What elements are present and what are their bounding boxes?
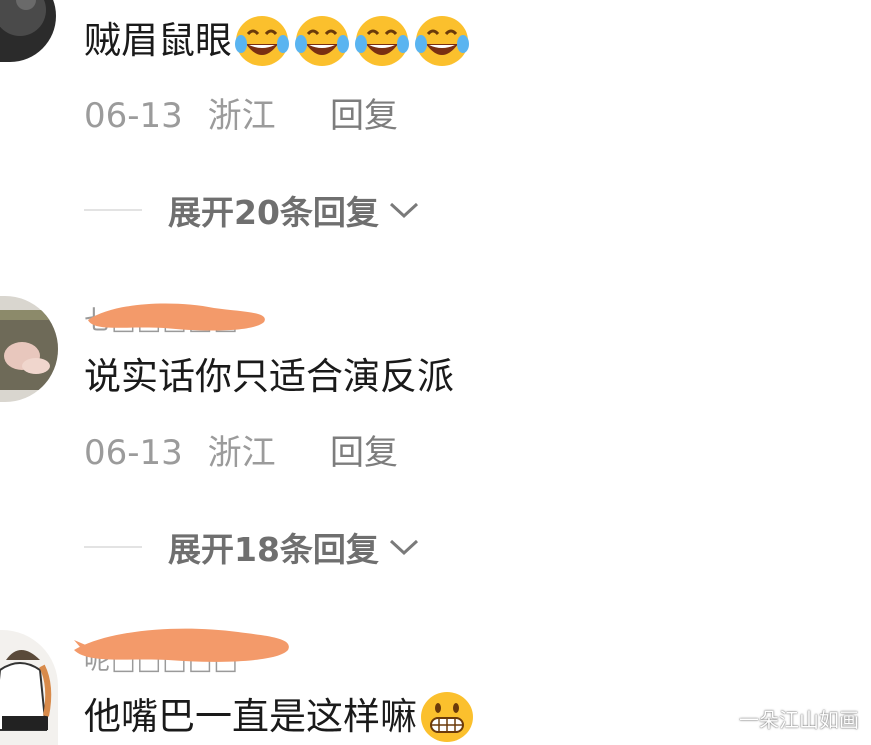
divider-line [84,209,142,211]
avatar[interactable] [0,630,58,745]
comment-date: 06-13 [84,96,183,136]
comment-body: 说实话你只适合演反派 [84,355,454,398]
tears-of-joy-icon [292,14,352,68]
tears-of-joy-icon [412,14,472,68]
comment-location: 浙江 [207,96,276,136]
comment-meta: 06-13 浙江 [84,96,276,136]
avatar[interactable] [0,0,56,62]
comment-location: 浙江 [207,433,276,473]
comment-date: 06-13 [84,433,183,473]
avatar-image [0,630,58,745]
watermark: 一朵江山如画 [739,708,859,732]
comment-body: 他嘴巴一直是这样嘛 [84,695,417,738]
chevron-down-icon [389,202,418,219]
chevron-down-icon [389,539,418,556]
comment-list: 贼眉鼠眼 06-13 浙江 回复 展开20条回复 七□□□□□ 说实话你只适合演… [0,0,871,745]
comment-body: 贼眉鼠眼 [84,19,232,62]
grimacing-face-icon [417,690,477,744]
avatar-image [0,296,58,402]
comment-text: 贼眉鼠眼 [84,14,472,68]
avatar[interactable] [0,296,58,402]
reply-button[interactable]: 回复 [330,96,398,136]
reply-button[interactable]: 回复 [330,433,398,473]
expand-replies-label: 展开20条回复 [168,193,379,232]
comment-text: 他嘴巴一直是这样嘛 [84,690,477,744]
comment-text: 说实话你只适合演反派 [84,355,454,399]
username[interactable]: 七□□□□□ [84,300,239,337]
username[interactable]: 呢□□□□□ [84,640,239,677]
divider-line [84,546,142,548]
expand-replies-button[interactable]: 展开20条回复 [84,190,421,232]
comment-meta: 06-13 浙江 [84,433,276,473]
avatar-image [0,0,56,62]
expand-replies-label: 展开18条回复 [168,530,379,569]
tears-of-joy-icon [352,14,412,68]
expand-replies-button[interactable]: 展开18条回复 [84,527,421,569]
tears-of-joy-icon [232,14,292,68]
